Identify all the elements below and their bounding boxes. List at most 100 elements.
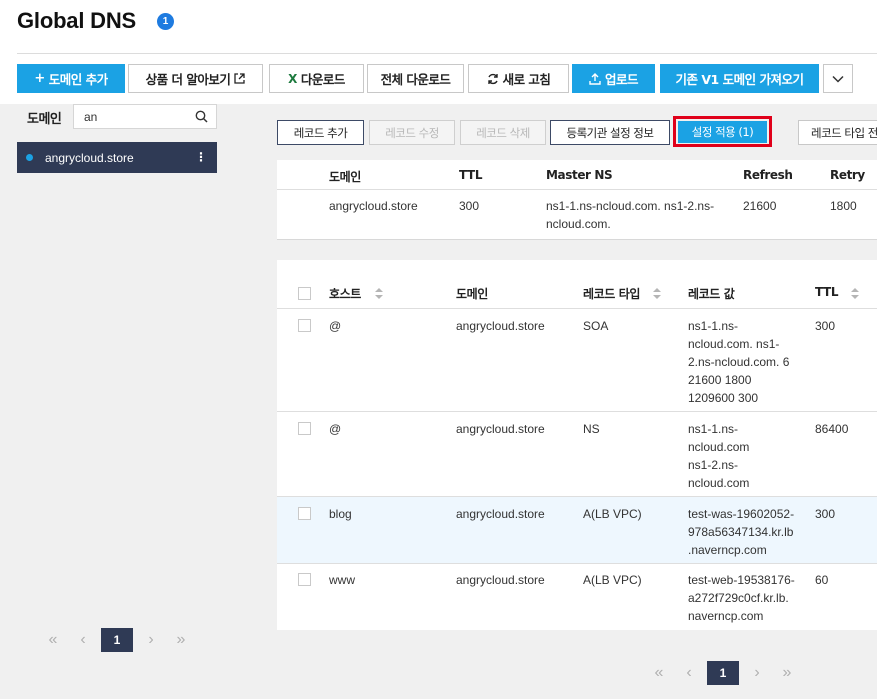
cell-type: SOA <box>583 319 609 333</box>
refresh-button[interactable]: 새로 고침 <box>468 64 569 93</box>
cell-ttl: 60 <box>815 573 829 587</box>
current-page[interactable]: 1 <box>707 661 739 685</box>
upload-label: 업로드 <box>604 72 639 87</box>
table-row[interactable]: www angrycloud.store A(LB VPC) test-web-… <box>277 564 877 630</box>
page-title: Global DNS <box>17 8 137 33</box>
more-dropdown-button[interactable] <box>823 64 853 93</box>
row-checkbox[interactable] <box>298 507 311 520</box>
next-page-icon[interactable]: › <box>742 664 772 682</box>
soa-retry: 1800 <box>830 199 857 213</box>
sort-icon[interactable] <box>653 288 661 299</box>
prev-page-icon[interactable]: ‹ <box>674 664 704 682</box>
domain-label: 도메인 <box>27 112 62 127</box>
cell-domain: angrycloud.store <box>456 422 545 436</box>
cell-ttl: 300 <box>815 319 836 333</box>
registrar-settings-button[interactable]: 등록기관 설정 정보 <box>550 120 670 145</box>
cell-type: A(LB VPC) <box>583 573 642 587</box>
cell-value-line: a272f729c0cf.kr.lb. <box>688 591 789 605</box>
soa-master-ns-line: ns1-1.ns-ncloud.com. ns1-2.ns- <box>546 199 715 213</box>
record-type-filter[interactable]: 레코드 타입 전 <box>798 120 877 145</box>
upload-button[interactable]: 업로드 <box>572 64 655 93</box>
next-page-icon[interactable]: › <box>136 631 166 649</box>
add-record-button[interactable]: 레코드 추가 <box>277 120 364 145</box>
cell-type: A(LB VPC) <box>583 507 642 521</box>
add-record-label: 레코드 추가 <box>293 125 348 140</box>
column-header: Master NS <box>546 168 613 182</box>
cell-value-line: ncloud.com <box>688 476 750 490</box>
sidebar-pagination: « ‹ 1 › » <box>38 628 196 652</box>
refresh-label: 새로 고침 <box>502 72 551 87</box>
prev-page-icon[interactable]: ‹ <box>68 631 98 649</box>
row-checkbox[interactable] <box>298 422 311 435</box>
import-v1-label: 기존 V1 도메인 가져오기 <box>675 72 804 87</box>
highlight-outline <box>673 116 772 147</box>
records-table: 호스트 도메인 레코드 타입 레코드 값 TTL @ angrycloud.st… <box>277 260 877 630</box>
row-divider <box>277 189 877 190</box>
cell-value-line: 2.ns-ncloud.com. 6 <box>688 355 790 369</box>
row-checkbox[interactable] <box>298 319 311 332</box>
edit-record-button[interactable]: 레코드 수정 <box>369 120 455 145</box>
column-header: Refresh <box>743 168 793 182</box>
cell-value-line: 978a56347134.kr.lb <box>688 525 794 539</box>
download-all-label: 전체 다운로드 <box>380 72 451 87</box>
delete-record-button[interactable]: 레코드 삭제 <box>460 120 546 145</box>
excel-icon: X <box>288 71 297 86</box>
soa-ttl: 300 <box>459 199 480 213</box>
last-page-icon[interactable]: » <box>166 631 196 649</box>
table-row[interactable]: @ angrycloud.store NS ns1-1.ns- ncloud.c… <box>277 412 877 496</box>
cell-value: test-was-19602052- 978a56347134.kr.lb .n… <box>688 505 794 559</box>
sort-icon[interactable] <box>851 288 859 299</box>
download-button[interactable]: X 다운로드 <box>269 64 364 93</box>
cell-value-line: 21600 1800 <box>688 373 752 387</box>
row-checkbox[interactable] <box>298 573 311 586</box>
import-v1-button[interactable]: 기존 V1 도메인 가져오기 <box>660 64 819 93</box>
search-icon[interactable] <box>195 110 208 123</box>
last-page-icon[interactable]: » <box>772 664 802 682</box>
first-page-icon[interactable]: « <box>644 664 674 682</box>
column-header-host[interactable]: 호스트 <box>329 285 361 302</box>
table-row[interactable]: @ angrycloud.store SOA ns1-1.ns- ncloud.… <box>277 309 877 411</box>
cell-domain: angrycloud.store <box>456 507 545 521</box>
external-link-icon <box>234 73 246 84</box>
records-pagination: « ‹ 1 › » <box>644 661 802 685</box>
record-type-filter-label: 레코드 타입 전 <box>811 125 877 140</box>
soa-master-ns: ns1-1.ns-ncloud.com. ns1-2.ns- ncloud.co… <box>546 197 714 233</box>
cell-value-line: ns1-1.ns- <box>688 422 739 436</box>
download-all-button[interactable]: 전체 다운로드 <box>367 64 464 93</box>
column-header-ttl[interactable]: TTL <box>815 285 838 299</box>
add-domain-button[interactable]: + 도메인 추가 <box>17 64 125 93</box>
cell-host: @ <box>329 319 342 333</box>
cell-type: NS <box>583 422 600 436</box>
cell-domain: angrycloud.store <box>456 573 545 587</box>
registrar-settings-label: 등록기관 설정 정보 <box>566 125 654 140</box>
kebab-menu-icon[interactable]: ⋮ <box>195 150 207 164</box>
column-header-value: 레코드 값 <box>688 287 735 301</box>
table-row[interactable]: blog angrycloud.store A(LB VPC) test-was… <box>277 497 877 563</box>
select-all-checkbox[interactable] <box>298 287 311 300</box>
soa-table: 도메인 TTL Master NS Refresh Retry angryclo… <box>277 160 877 240</box>
refresh-icon <box>487 73 498 84</box>
cell-value-line: naverncp.com <box>688 609 764 623</box>
domain-search[interactable] <box>73 104 217 129</box>
cell-value-line: ncloud.com <box>688 440 750 454</box>
cell-ttl: 86400 <box>815 422 849 436</box>
cell-value-line: test-web-19538176- <box>688 573 795 587</box>
edit-record-label: 레코드 수정 <box>385 125 439 140</box>
status-dot <box>26 154 33 161</box>
domain-search-input[interactable] <box>84 105 194 128</box>
domain-list-item[interactable]: angrycloud.store ⋮ <box>17 142 217 173</box>
cell-host: @ <box>329 422 342 436</box>
cell-value-line: ns1-2.ns- <box>688 458 739 472</box>
delete-record-label: 레코드 삭제 <box>476 125 530 140</box>
current-page[interactable]: 1 <box>101 628 133 652</box>
learn-more-button[interactable]: 상품 더 알아보기 <box>128 64 263 93</box>
sort-icon[interactable] <box>375 288 383 299</box>
cell-value-line: test-was-19602052- <box>688 507 795 521</box>
add-domain-label: 도메인 추가 <box>48 72 108 87</box>
cell-value-line: ns1-1.ns- <box>688 319 739 333</box>
soa-refresh: 21600 <box>743 199 777 213</box>
first-page-icon[interactable]: « <box>38 631 68 649</box>
cell-value-line: 1209600 300 <box>688 391 759 405</box>
column-header-type[interactable]: 레코드 타입 <box>583 285 640 302</box>
download-label: 다운로드 <box>300 72 346 87</box>
